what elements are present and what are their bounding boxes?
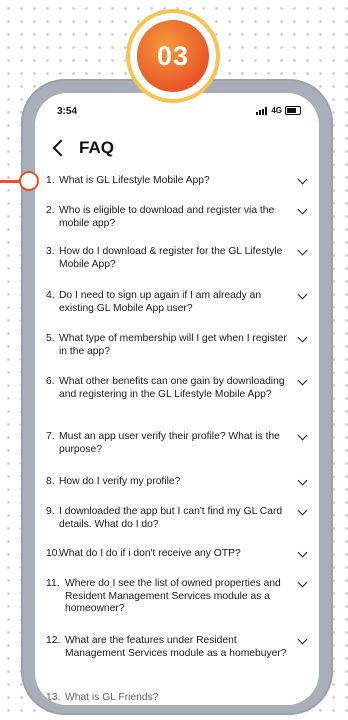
faq-item[interactable]: 11. Where do I see the list of owned prop… <box>46 577 308 616</box>
faq-item[interactable]: 5. What type of membership will I get whe… <box>46 332 308 358</box>
faq-number: 11. <box>46 578 60 589</box>
faq-number: 10. <box>46 548 61 559</box>
faq-number: 5. <box>46 333 55 344</box>
faq-question: How do I verify my profile? <box>59 476 181 487</box>
faq-number: 3. <box>46 246 55 257</box>
chevron-down-icon[interactable] <box>297 289 308 300</box>
faq-question: How do I download & register for the GL … <box>59 246 283 270</box>
faq-item[interactable]: 9. I downloaded the app but I can't find … <box>46 505 308 531</box>
faq-question: What is GL Lifestyle Mobile App? <box>59 175 210 186</box>
faq-item[interactable]: 10. What do I do if i don't receive any O… <box>46 547 308 561</box>
faq-number: 12. <box>46 635 61 646</box>
chevron-down-icon[interactable] <box>297 577 308 588</box>
faq-number: 6. <box>46 376 55 387</box>
page-title: FAQ <box>79 138 114 157</box>
faq-item[interactable]: 4. Do I need to sign up again if I am alr… <box>46 289 308 315</box>
signal-icon <box>256 106 268 115</box>
faq-number: 1. <box>46 175 55 186</box>
faq-item[interactable]: 7. Must an app user verify their profile?… <box>46 430 308 456</box>
faq-number: 7. <box>46 431 55 442</box>
chevron-down-icon[interactable] <box>297 204 308 215</box>
faq-question: What other benefits can one gain by down… <box>59 376 285 400</box>
callout-line <box>0 180 20 183</box>
network-label: 4G <box>271 106 282 115</box>
chevron-down-icon[interactable] <box>297 245 308 256</box>
faq-number: 13. <box>46 692 61 703</box>
chevron-down-icon[interactable] <box>297 505 308 516</box>
faq-question: Where do I see the list of owned propert… <box>65 578 281 614</box>
back-arrow-icon[interactable] <box>52 139 70 157</box>
faq-question: Who is eligible to download and register… <box>59 205 275 229</box>
chevron-down-icon[interactable] <box>297 475 308 486</box>
status-bar: 3:54 4G <box>57 106 301 120</box>
faq-question: What do I do if i don't receive any OTP? <box>59 548 241 559</box>
faq-number: 9. <box>46 506 55 517</box>
status-indicators: 4G <box>256 106 301 115</box>
step-badge: 03 <box>130 13 216 99</box>
chevron-down-icon[interactable] <box>297 174 308 185</box>
chevron-down-icon[interactable] <box>297 375 308 386</box>
faq-item[interactable]: 6. What other benefits can one gain by do… <box>46 375 308 401</box>
chevron-down-icon[interactable] <box>297 332 308 343</box>
status-time: 3:54 <box>57 106 78 117</box>
chevron-down-icon[interactable] <box>297 547 308 558</box>
faq-question: What is GL Friends? <box>65 692 159 703</box>
chevron-down-icon[interactable] <box>297 634 308 645</box>
callout-marker <box>19 171 39 191</box>
faq-item[interactable]: 1. What is GL Lifestyle Mobile App? <box>46 174 308 188</box>
faq-question: Do I need to sign up again if I am alrea… <box>59 290 262 314</box>
faq-question: Must an app user verify their profile? W… <box>59 431 280 455</box>
faq-item[interactable]: 12. What are the features under Resident … <box>46 634 308 660</box>
faq-question: What type of membership will I get when … <box>59 333 287 357</box>
faq-item[interactable]: 3. How do I download & register for the G… <box>46 245 308 271</box>
faq-number: 8. <box>46 476 55 487</box>
step-number: 03 <box>137 20 209 92</box>
faq-question: What are the features under Resident Man… <box>65 635 287 659</box>
battery-icon <box>285 106 301 115</box>
faq-question: I downloaded the app but I can't find my… <box>59 506 283 530</box>
faq-number: 4. <box>46 290 55 301</box>
phone-screen: 3:54 4G FAQ 1. What is GL Lifestyle Mobil… <box>35 93 319 705</box>
faq-item[interactable]: 8. How do I verify my profile? <box>46 475 308 489</box>
faq-item[interactable]: 2. Who is eligible to download and regist… <box>46 204 308 230</box>
chevron-down-icon[interactable] <box>297 430 308 441</box>
faq-number: 2. <box>46 205 55 216</box>
faq-item[interactable]: 13. What is GL Friends? <box>46 692 308 704</box>
page-header: FAQ <box>52 137 114 159</box>
